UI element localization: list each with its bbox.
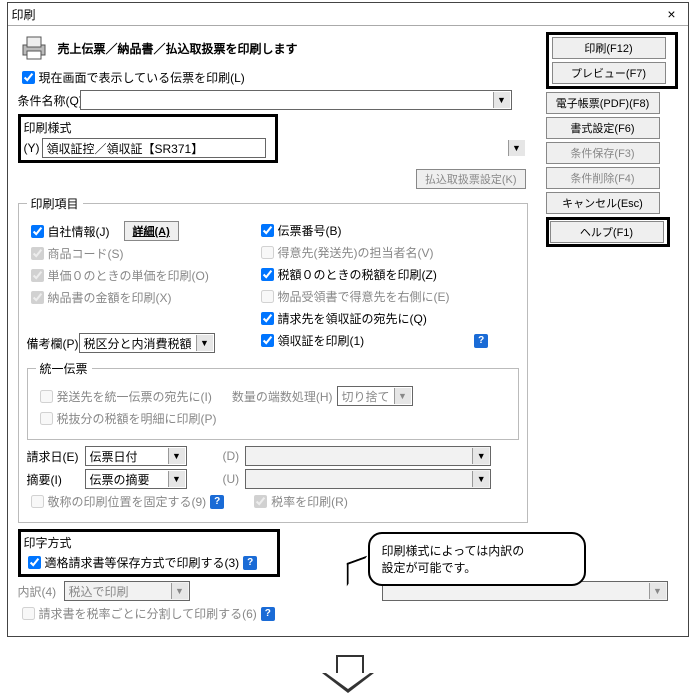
close-icon[interactable]: × <box>660 5 684 23</box>
keisho-fix-checkbox <box>31 495 44 508</box>
current-screen-checkbox[interactable] <box>22 71 35 84</box>
bill-date-value: 伝票日付 <box>90 448 138 465</box>
format-button[interactable]: 書式設定(F6) <box>546 117 660 139</box>
tekikaku-label: 適格請求書等保存方式で印刷する(3) <box>45 554 240 571</box>
qty-round-combo: 切り捨て ▼ <box>337 386 413 406</box>
tekikaku-checkbox[interactable] <box>28 556 41 569</box>
nouhin-amount-checkbox <box>31 291 44 304</box>
d-combo: ▼ <box>245 446 491 466</box>
keisho-fix-label: 敬称の印刷位置を固定する(9) <box>48 493 207 510</box>
style-combo[interactable]: 領収証控／領収証【SR371】 ▼ <box>42 138 266 158</box>
chevron-down-icon[interactable]: ▼ <box>168 471 185 487</box>
own-info-checkbox[interactable] <box>31 225 44 238</box>
style-prefix: (Y) <box>24 141 40 155</box>
chevron-down-icon: ▼ <box>171 583 188 599</box>
del-cond-button: 条件削除(F4) <box>546 167 660 189</box>
zeinuki-detail-label: 税抜分の税額を明細に印刷(P) <box>57 410 217 427</box>
inji-legend: 印字方式 <box>24 534 274 551</box>
nouhin-amount-label: 納品書の金額を印刷(X) <box>48 289 172 306</box>
u-combo: ▼ <box>245 469 491 489</box>
slip-no-label: 伝票番号(B) <box>278 222 342 239</box>
furikomi-settings-button: 払込取扱票設定(K) <box>416 169 526 189</box>
help-button[interactable]: ヘルプ(F1) <box>550 221 664 243</box>
split-by-rate-label: 請求書を税率ごとに分割して印刷する(6) <box>39 605 257 622</box>
epdf-button[interactable]: 電子帳票(PDF)(F8) <box>546 92 660 114</box>
annotation-line1: 印刷様式によっては内訳の <box>382 542 572 559</box>
chevron-down-icon[interactable]: ▼ <box>508 140 525 156</box>
chevron-down-icon[interactable]: ▼ <box>168 448 185 464</box>
tax0-checkbox[interactable] <box>261 268 274 281</box>
print-items-legend: 印刷項目 <box>27 195 83 212</box>
ship-contact-checkbox <box>261 246 274 259</box>
detail-button[interactable]: 詳細(A) <box>124 221 179 241</box>
uchiwake-value: 税込で印刷 <box>69 583 129 600</box>
style-value: 領収証控／領収証【SR371】 <box>47 140 204 157</box>
down-arrow-icon <box>318 655 378 695</box>
bill-date-combo[interactable]: 伝票日付 ▼ <box>85 446 187 466</box>
ship-as-addr-checkbox <box>40 390 53 403</box>
touitsu-legend: 統一伝票 <box>36 360 92 377</box>
billto-receipt-label: 請求先を領収証の宛先に(Q) <box>278 310 427 327</box>
chevron-down-icon[interactable]: ▼ <box>196 335 213 351</box>
ship-contact-label: 得意先(発送先)の担当者名(V) <box>278 244 434 261</box>
split-by-rate-checkbox <box>22 607 35 620</box>
tax-rate-print-checkbox <box>254 495 267 508</box>
header-description: 売上伝票／納品書／払込取扱票を印刷します <box>58 40 298 57</box>
chevron-down-icon: ▼ <box>472 448 489 464</box>
chevron-down-icon[interactable]: ▼ <box>493 92 510 108</box>
chevron-down-icon: ▼ <box>649 583 666 599</box>
product-code-checkbox <box>31 247 44 260</box>
help-icon[interactable]: ? <box>210 495 224 509</box>
memo-label: 備考欄(P) <box>27 335 79 352</box>
ukesho-right-checkbox <box>261 290 274 303</box>
tekiyo-label: 摘要(I) <box>27 471 85 488</box>
tax0-label: 税額０のときの税額を印刷(Z) <box>278 266 437 283</box>
qty-round-label: 数量の端数処理(H) <box>232 388 333 405</box>
annotation-callout: 印刷様式によっては内訳の 設定が可能です。 <box>368 532 586 586</box>
current-screen-label: 現在画面で表示している伝票を印刷(L) <box>39 69 245 86</box>
own-info-label: 自社情報(J) <box>48 223 110 240</box>
printer-icon <box>18 34 50 62</box>
uchiwake-combo: 税込で印刷 ▼ <box>64 581 190 601</box>
help-icon[interactable]: ? <box>261 607 275 621</box>
window-title: 印刷 <box>12 6 36 23</box>
cond-name-combo[interactable]: ▼ <box>80 90 512 110</box>
billto-receipt-checkbox[interactable] <box>261 312 274 325</box>
print-receipt-checkbox[interactable] <box>261 334 274 347</box>
unit0-label: 単価０のときの単価を印刷(O) <box>48 267 209 284</box>
print-button[interactable]: 印刷(F12) <box>552 37 666 59</box>
ukesho-right-label: 物品受領書で得意先を右側に(E) <box>278 288 450 305</box>
chevron-down-icon: ▼ <box>394 388 411 404</box>
product-code-label: 商品コード(S) <box>48 245 124 262</box>
help-icon[interactable]: ? <box>474 334 488 348</box>
tekiyo-value: 伝票の摘要 <box>90 471 150 488</box>
unit0-checkbox <box>31 269 44 282</box>
bill-date-label: 請求日(E) <box>27 448 85 465</box>
cond-name-label: 条件名称(Q) <box>18 92 80 109</box>
touitsu-group: 統一伝票 発送先を統一伝票の宛先に(I) 数量の端数処理(H) 切り捨て ▼ 税… <box>27 360 519 440</box>
memo-combo[interactable]: 税区分と内消費税額 ▼ <box>79 333 215 353</box>
uchiwake-label: 内訳(4) <box>18 583 64 600</box>
zeinuki-detail-checkbox <box>40 412 53 425</box>
u-label: (U) <box>223 472 240 486</box>
cancel-button[interactable]: キャンセル(Esc) <box>546 192 660 214</box>
preview-button[interactable]: プレビュー(F7) <box>552 62 666 84</box>
save-cond-button: 条件保存(F3) <box>546 142 660 164</box>
qty-round-value: 切り捨て <box>342 388 390 405</box>
print-receipt-label: 領収証を印刷(1) <box>278 332 365 349</box>
d-label: (D) <box>223 449 240 463</box>
style-legend: 印刷様式 <box>24 119 272 136</box>
annotation-line2: 設定が可能です。 <box>382 559 572 576</box>
ship-as-addr-label: 発送先を統一伝票の宛先に(I) <box>57 388 212 405</box>
tax-rate-print-label: 税率を印刷(R) <box>271 493 348 510</box>
print-items-group: 印刷項目 自社情報(J) 詳細(A) 商品コード(S) <box>18 195 528 523</box>
slip-no-checkbox[interactable] <box>261 224 274 237</box>
memo-value: 税区分と内消費税額 <box>84 335 192 352</box>
tekiyo-combo[interactable]: 伝票の摘要 ▼ <box>85 469 187 489</box>
help-icon[interactable]: ? <box>243 556 257 570</box>
chevron-down-icon: ▼ <box>472 471 489 487</box>
